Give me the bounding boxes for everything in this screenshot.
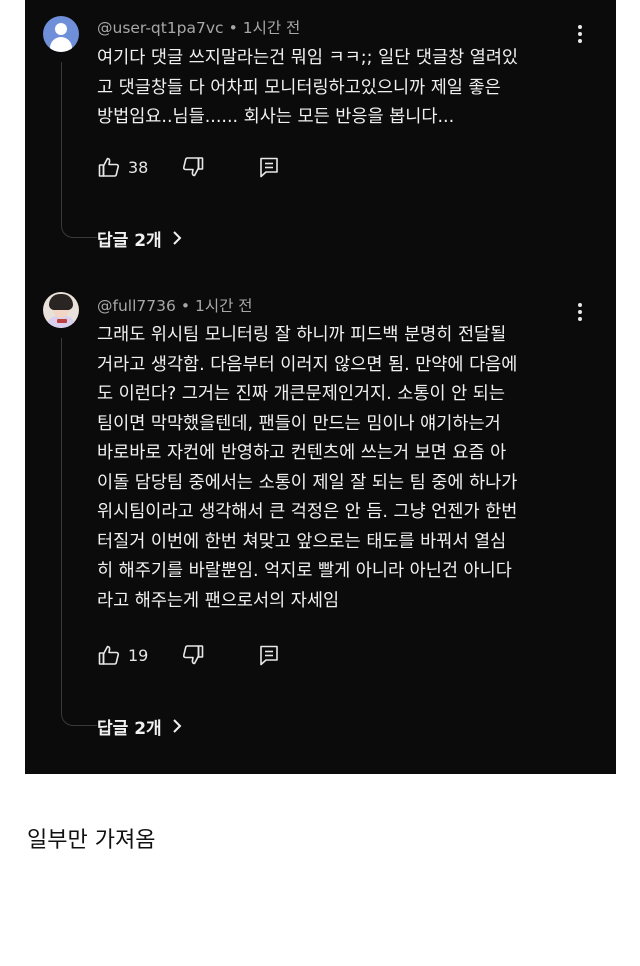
comment-line: 라고 해주는게 팬으로서의 자세임 <box>97 590 340 611</box>
comment-line: 팀이면 막막했을텐데, 팬들이 만드는 밈이나 얘기하는거 <box>97 413 501 434</box>
comment-actions: 19 <box>97 642 317 668</box>
comment-text: 그래도 위시팀 모니터링 잘 하니까 피드백 분명히 전달될 거라고 생각함. … <box>97 321 567 616</box>
thumbs-up-icon <box>98 645 120 665</box>
comment-line: 고 댓글창들 다 어차피 모니터링하고있으니까 제일 좋은 <box>97 77 501 98</box>
reply-comment-icon <box>260 157 278 178</box>
comment-line: 이돌 담당팀 중에서는 소통이 제일 잘 되는 팀 중에 하나가 <box>97 472 518 493</box>
comment-actions: 38 <box>97 154 317 180</box>
comment-line: 바로바로 자컨에 반영하고 컨텐츠에 쓰는거 보면 요즘 아 <box>97 443 507 463</box>
comment-time: 1시간 전 <box>242 19 301 37</box>
chevron-right-icon <box>172 231 182 245</box>
comment-line: 터질거 이번에 한번 쳐맞고 앞으로는 태도를 바꿔서 열심 <box>97 531 507 552</box>
replies-label: 답글 2개 <box>97 230 162 251</box>
meta-separator: • <box>228 19 238 37</box>
comment-line: 도 이런다? 그거는 진짜 개큰문제인거지. 소통이 안 되는 <box>97 384 505 404</box>
comment-line: 위시팀이라고 생각해서 큰 걱정은 안 듬. 그냥 언젠가 한번 <box>97 502 518 522</box>
comment-line: 방법임요..님들...... 회사는 모든 반응을 봅니다... <box>97 107 455 127</box>
comment-line: 히 해주기를 바랄뿐임. 억지로 빨게 아니라 아닌건 아니다 <box>97 561 512 581</box>
thread-connector <box>61 62 97 238</box>
thumbs-down-icon <box>182 157 204 177</box>
replies-label: 답글 2개 <box>97 718 162 739</box>
show-replies-button[interactable]: 답글 2개 <box>97 226 182 251</box>
show-replies-button[interactable]: 답글 2개 <box>97 714 182 739</box>
dislike-button[interactable] <box>181 154 205 180</box>
user-avatar-icon[interactable] <box>43 292 79 328</box>
like-count: 19 <box>128 645 149 665</box>
thread-connector <box>61 338 97 726</box>
user-avatar-icon[interactable] <box>43 16 79 52</box>
comment-meta: @user-qt1pa7vc • 1시간 전 <box>97 16 301 37</box>
like-count: 38 <box>128 157 149 177</box>
like-button[interactable]: 19 <box>97 642 148 668</box>
thumbs-down-icon <box>182 645 204 665</box>
page-caption: 일부만 가져옴 <box>27 828 156 853</box>
comment-text: 여기다 댓글 쓰지말라는건 뭐임 ㅋㅋ;; 일단 댓글창 열려있 고 댓글창들 … <box>97 44 567 133</box>
reply-button[interactable] <box>257 642 281 668</box>
comment-author[interactable]: @full7736 <box>97 297 176 315</box>
comment-meta: @full7736 • 1시간 전 <box>97 294 253 315</box>
more-vert-icon[interactable] <box>573 22 587 46</box>
meta-separator: • <box>180 297 190 315</box>
reply-button[interactable] <box>257 154 281 180</box>
thumbs-up-icon <box>98 157 120 177</box>
comment-line: 그래도 위시팀 모니터링 잘 하니까 피드백 분명히 전달될 <box>97 325 507 345</box>
more-vert-icon[interactable] <box>573 300 587 324</box>
comment-time: 1시간 전 <box>195 297 253 315</box>
dislike-button[interactable] <box>181 642 205 668</box>
like-button[interactable]: 38 <box>97 154 148 180</box>
comment-line: 여기다 댓글 쓰지말라는건 뭐임 ㅋㅋ;; 일단 댓글창 열려있 <box>97 48 519 68</box>
chevron-right-icon <box>172 719 182 733</box>
reply-comment-icon <box>260 645 278 666</box>
comment-author[interactable]: @user-qt1pa7vc <box>97 19 224 37</box>
comments-panel: @user-qt1pa7vc • 1시간 전 여기다 댓글 쓰지말라는건 뭐임 ㅋㅋ… <box>25 0 616 774</box>
comment-line: 거라고 생각함. 다음부터 이러지 않으면 됨. 만약에 다음에 <box>97 354 518 375</box>
